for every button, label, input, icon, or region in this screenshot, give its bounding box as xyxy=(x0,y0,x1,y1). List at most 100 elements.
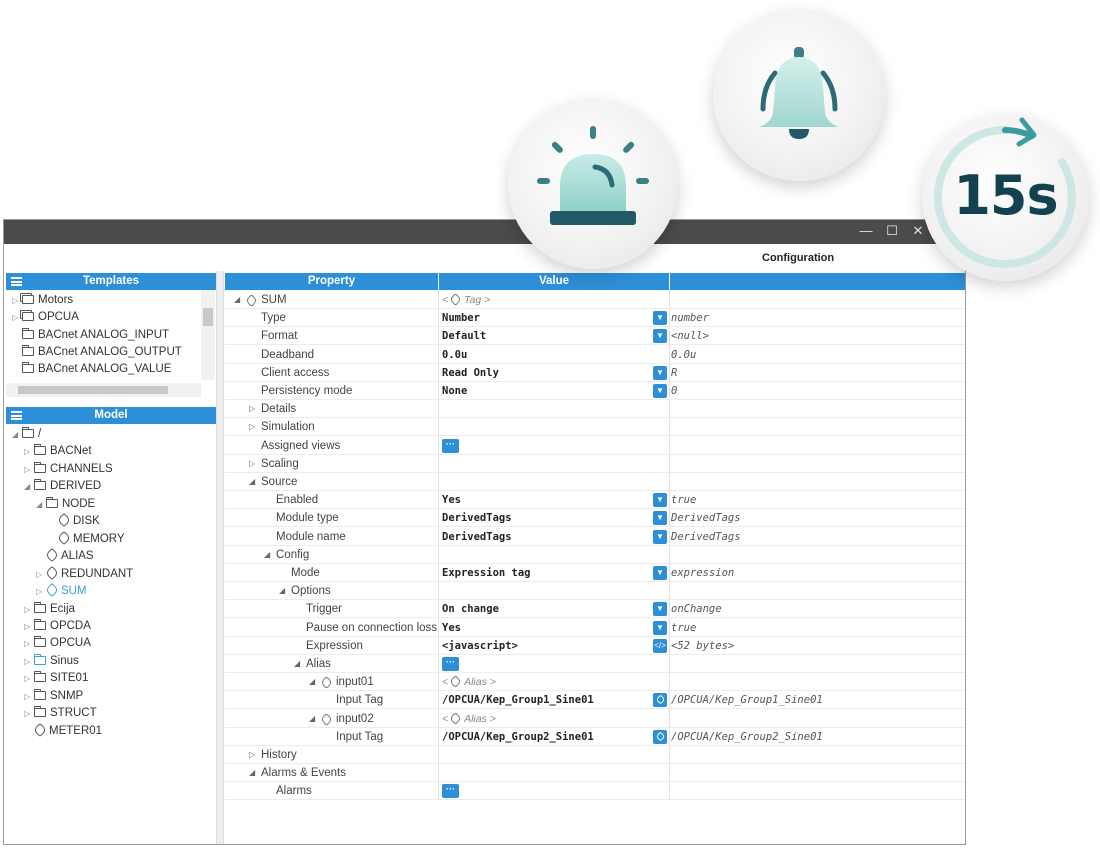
expand-arrow-icon[interactable]: ▷ xyxy=(24,688,34,705)
model-tree-item[interactable]: MEMORY xyxy=(48,530,125,548)
expand-arrow-icon[interactable]: ▷ xyxy=(24,670,34,687)
template-item[interactable]: BACnet ANALOG_INPUT xyxy=(12,327,169,344)
expand-arrow-icon[interactable]: ◢ xyxy=(309,710,315,728)
maximize-icon[interactable]: ☐ xyxy=(885,223,899,239)
expand-arrow-icon[interactable]: ▷ xyxy=(36,566,46,583)
model-tree-item[interactable]: ▷ SUM xyxy=(36,582,87,600)
panel-splitter[interactable] xyxy=(216,271,224,844)
expand-arrow-icon[interactable]: ◢ xyxy=(234,291,240,309)
property-row[interactable]: Client access Read Only ▼ R xyxy=(225,364,965,382)
dropdown-chevron-icon[interactable]: ▼ xyxy=(653,365,667,380)
menu-icon[interactable] xyxy=(11,411,22,420)
property-row[interactable]: ▷ Simulation xyxy=(225,418,965,437)
property-row[interactable]: Trigger On change ▼ onChange xyxy=(225,600,965,619)
dropdown-chevron-icon[interactable]: ▼ xyxy=(653,566,667,580)
expand-arrow-icon[interactable]: ▷ xyxy=(249,418,255,436)
expand-arrow-icon[interactable]: ◢ xyxy=(12,426,22,443)
property-value[interactable]: Yes xyxy=(442,619,461,637)
property-row[interactable]: Pause on connection loss Yes ▼ true xyxy=(225,619,965,637)
property-value[interactable]: Read Only xyxy=(442,364,499,382)
tag-picker-icon[interactable] xyxy=(653,729,667,744)
property-row[interactable]: ◢ Source xyxy=(225,473,965,491)
title-bar[interactable]: — ☐ ✕ xyxy=(4,220,965,244)
property-row[interactable]: Mode Expression tag ▼ expression xyxy=(225,564,965,582)
minimize-icon[interactable]: — xyxy=(859,223,873,239)
templates-vertical-scrollbar[interactable] xyxy=(201,290,215,380)
expand-arrow-icon[interactable]: ◢ xyxy=(264,546,270,564)
property-value[interactable]: /OPCUA/Kep_Group2_Sine01 xyxy=(442,728,594,746)
model-tree-item[interactable]: ▷ Sinus xyxy=(24,653,79,670)
model-tree-item[interactable]: METER01 xyxy=(24,722,102,740)
property-value[interactable]: <javascript> xyxy=(442,637,518,655)
model-tree-item[interactable]: ▷ Ecija xyxy=(24,601,75,618)
expand-arrow-icon[interactable]: ▷ xyxy=(249,746,255,764)
model-tree-item[interactable]: ◢ NODE xyxy=(36,496,95,513)
template-item[interactable]: ▷ Motors xyxy=(12,292,73,309)
raw-column-header[interactable] xyxy=(670,273,965,290)
expand-arrow-icon[interactable]: ▷ xyxy=(24,653,34,670)
model-tree-item[interactable]: ▷ CHANNELS xyxy=(24,461,113,478)
model-tree-item[interactable]: ◢ DERIVED xyxy=(24,478,101,495)
expand-arrow-icon[interactable]: ▷ xyxy=(24,601,34,618)
model-tree-item[interactable]: ▷ STRUCT xyxy=(24,705,97,722)
dropdown-chevron-icon[interactable]: ▼ xyxy=(653,311,667,326)
property-row[interactable]: Module type DerivedTags ▼ DerivedTags xyxy=(225,509,965,528)
ellipsis-button[interactable]: ··· xyxy=(442,438,459,453)
model-tree-item[interactable]: ▷ SITE01 xyxy=(24,670,88,687)
property-row[interactable]: Module name DerivedTags ▼ DerivedTags xyxy=(225,528,965,546)
expand-arrow-icon[interactable]: ◢ xyxy=(249,764,255,782)
property-value[interactable]: 0.0u xyxy=(442,346,467,364)
dropdown-chevron-icon[interactable]: ▼ xyxy=(653,529,667,544)
property-row[interactable]: ▷ Scaling xyxy=(225,455,965,473)
model-tree-item[interactable]: ▷ REDUNDANT xyxy=(36,565,133,583)
property-row[interactable]: Format Default ▼ <null> xyxy=(225,327,965,346)
dropdown-chevron-icon[interactable]: ▼ xyxy=(653,329,667,344)
model-tree-item[interactable]: ▷ OPCDA xyxy=(24,618,91,635)
property-value[interactable]: None xyxy=(442,382,467,400)
dropdown-chevron-icon[interactable]: ▼ xyxy=(653,511,667,526)
expand-arrow-icon[interactable]: ▷ xyxy=(24,618,34,635)
expand-arrow-icon[interactable]: ◢ xyxy=(279,582,285,600)
expand-arrow-icon[interactable]: ▷ xyxy=(36,583,46,600)
property-row[interactable]: Type Number ▼ number xyxy=(225,309,965,328)
expand-arrow-icon[interactable]: ▷ xyxy=(249,455,255,473)
dropdown-chevron-icon[interactable]: ▼ xyxy=(653,620,667,635)
property-row[interactable]: Input Tag/OPCUA/Kep_Group1_Sine01/OPCUA/… xyxy=(225,691,965,710)
property-row[interactable]: Persistency mode None ▼ 0 xyxy=(225,382,965,400)
model-tree-item[interactable]: ▷ OPCUA xyxy=(24,635,91,652)
dropdown-chevron-icon[interactable]: ▼ xyxy=(653,493,667,508)
property-row[interactable]: ◢ Config xyxy=(225,546,965,564)
model-tree-item[interactable]: ALIAS xyxy=(36,548,94,565)
templates-horizontal-scrollbar[interactable] xyxy=(6,383,201,397)
property-value[interactable]: Expression tag xyxy=(442,564,531,582)
property-value[interactable]: /OPCUA/Kep_Group1_Sine01 xyxy=(442,691,594,709)
property-row[interactable]: ◢ input01 < Alias > xyxy=(225,673,965,692)
expand-arrow-icon[interactable]: ◢ xyxy=(294,655,300,673)
expand-arrow-icon[interactable]: ◢ xyxy=(36,496,46,513)
property-value[interactable]: DerivedTags xyxy=(442,509,512,527)
template-item[interactable]: BACnet ANALOG_VALUE xyxy=(12,361,171,378)
property-row[interactable]: ◢ Alarms & Events xyxy=(225,764,965,783)
property-row[interactable]: Input Tag/OPCUA/Kep_Group2_Sine01/OPCUA/… xyxy=(225,728,965,746)
property-row[interactable]: ◢ input02 < Alias > xyxy=(225,710,965,728)
ellipsis-button[interactable]: ··· xyxy=(442,657,459,671)
expand-arrow-icon[interactable]: ▷ xyxy=(24,461,34,478)
property-row[interactable]: Expression <javascript> </> <52 bytes> xyxy=(225,637,965,655)
expand-arrow-icon[interactable]: ▷ xyxy=(24,705,34,722)
property-row[interactable]: Deadband 0.0u 0.0u xyxy=(225,346,965,364)
property-row[interactable]: ◢ Options xyxy=(225,582,965,601)
expand-arrow-icon[interactable]: ◢ xyxy=(249,473,255,491)
property-row[interactable]: Enabled Yes ▼ true xyxy=(225,491,965,510)
menu-icon[interactable] xyxy=(11,277,22,286)
template-item[interactable]: BACnet ANALOG_OUTPUT xyxy=(12,344,182,361)
dropdown-chevron-icon[interactable]: ▼ xyxy=(653,384,667,398)
property-row[interactable]: Alarms ··· xyxy=(225,782,965,801)
property-value[interactable]: Number xyxy=(442,309,480,327)
property-value[interactable]: On change xyxy=(442,600,499,618)
expand-arrow-icon[interactable]: ▷ xyxy=(12,292,22,309)
property-row[interactable]: ▷ History xyxy=(225,746,965,764)
expand-arrow-icon[interactable]: ▷ xyxy=(24,443,34,460)
property-row[interactable]: ◢ SUM < Tag > xyxy=(225,291,965,309)
tag-picker-icon[interactable] xyxy=(653,693,667,708)
property-row[interactable]: Assigned views ··· xyxy=(225,437,965,455)
